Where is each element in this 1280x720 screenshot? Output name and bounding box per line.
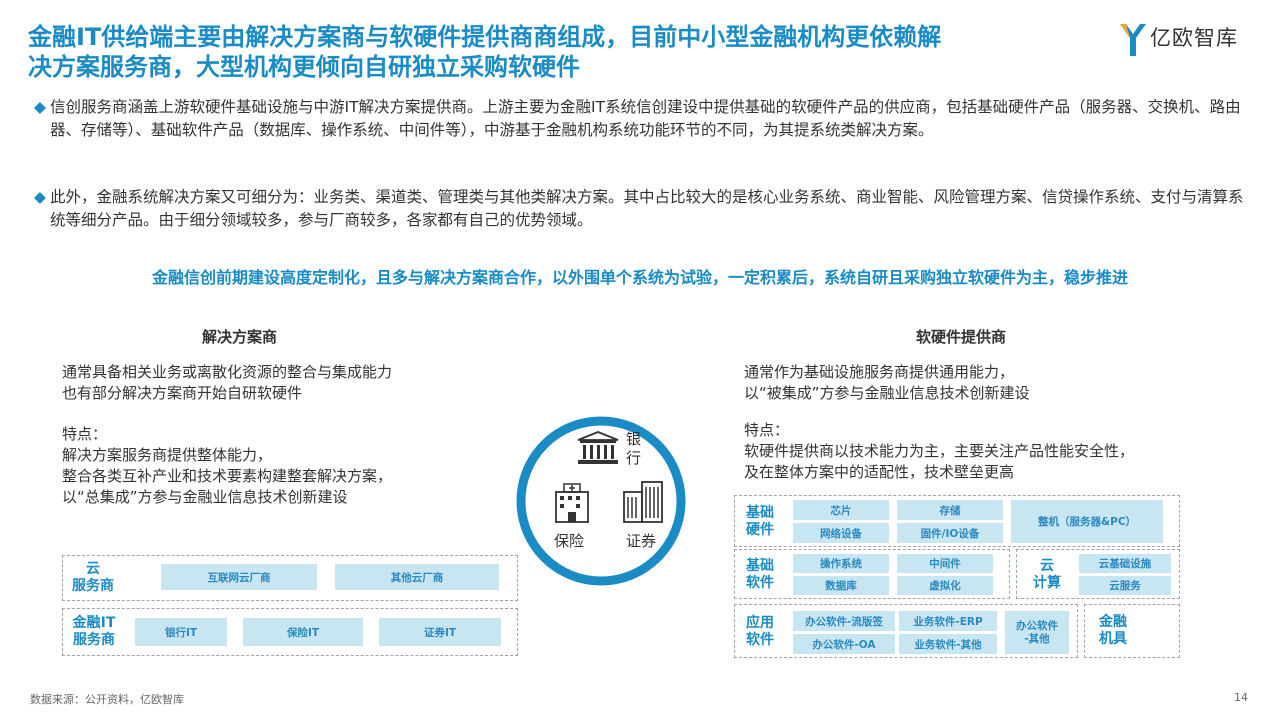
cloud-item-internet: 互联网云厂商: [161, 564, 317, 590]
cloud-provider-box: 云 服务商 互联网云厂商 其他云厂商: [62, 555, 518, 601]
finance-it-label: 金融IT 服务商: [72, 615, 116, 648]
title-line-2: 决方案服务商，大型机构更倾向自研独立采购软硬件: [28, 53, 580, 81]
sw-item-middleware: 中间件: [897, 554, 993, 573]
app-item-office-other: 办公软件 -其他: [1005, 611, 1069, 654]
paragraph-2: ◆ 此外，金融系统解决方案又可细分为：业务类、渠道类、管理类与其他类解决方案。其…: [34, 186, 1249, 232]
title-line-1: 金融IT供给端主要由解决方案商与软硬件提供商商组成，目前中小型金融机构更依赖解: [28, 23, 942, 51]
right-feature-2: 及在整体方案中的适配性，技术壁垒更高: [744, 463, 1015, 481]
cloud-provider-label: 云 服务商: [72, 561, 114, 594]
insurance-label: 保险: [554, 532, 585, 550]
right-desc-line-1: 通常作为基础设施服务商提供通用能力，: [744, 363, 1015, 381]
paragraph-1: ◆ 信创服务商涵盖上游软硬件基础设施与中游IT解决方案提供商。上游主要为金融IT…: [34, 96, 1249, 142]
app-item-business-other: 业务软件-其他: [899, 634, 997, 654]
right-desc-line-2: 以“被集成”方参与金融业信息技术创新建设: [744, 384, 1030, 402]
financial-machines-label: 金融 机具: [1099, 614, 1127, 647]
logo-text: 亿欧智库: [1150, 26, 1238, 50]
left-column-title: 解决方案商: [202, 328, 278, 346]
left-desc-line-2: 也有部分解决方案商开始自研软硬件: [62, 384, 303, 402]
securities-label: 证券: [626, 532, 657, 550]
hw-item-server-pc: 整机（服务器&PC）: [1011, 500, 1163, 543]
sw-item-virtualization: 虚拟化: [897, 576, 993, 595]
basic-hardware-box: 基础 硬件 芯片 存储 网络设备 固件/IO设备 整机（服务器&PC）: [734, 495, 1180, 547]
hw-item-firmware: 固件/IO设备: [897, 523, 1003, 543]
bank-icon: [577, 431, 619, 464]
right-feature-1: 软硬件提供商以技术能力为主，主要关注产品性能安全性，: [744, 442, 1135, 460]
diamond-bullet-icon: ◆: [34, 98, 46, 116]
application-software-label: 应用 软件: [746, 615, 774, 648]
hw-item-storage: 存储: [897, 500, 1003, 520]
diamond-bullet-icon: ◆: [34, 188, 46, 206]
basic-software-label: 基础 软件: [746, 558, 774, 591]
cloud-item-infrastructure: 云基础设施: [1079, 554, 1171, 573]
sw-item-os: 操作系统: [793, 554, 889, 573]
left-feature-3: 以“总集成”方参与金融业信息技术创新建设: [62, 488, 348, 506]
left-desc-line-1: 通常具备相关业务或离散化资源的整合与集成能力: [62, 363, 393, 381]
sw-item-database: 数据库: [793, 576, 889, 595]
logo-icon: [1120, 24, 1146, 56]
left-feature-1: 解决方案服务商提供整体能力，: [62, 446, 273, 464]
fin-item-insurance: 保险IT: [243, 618, 363, 646]
page-number: 14: [1234, 691, 1248, 704]
app-item-office-oa: 办公软件-OA: [793, 634, 895, 654]
paragraph-1-text: 信创服务商涵盖上游软硬件基础设施与中游IT解决方案提供商。上游主要为金融IT系统…: [50, 98, 1241, 139]
app-item-office-layout: 办公软件-流版签: [793, 611, 895, 631]
finance-it-box: 金融IT 服务商 银行IT 保险IT 证券IT: [62, 608, 518, 656]
office-building-icon: [623, 481, 663, 523]
right-description: 通常作为基础设施服务商提供通用能力， 以“被集成”方参与金融业信息技术创新建设: [744, 362, 1030, 404]
fin-item-bank: 银行IT: [135, 618, 227, 646]
fin-item-securities: 证券IT: [379, 618, 501, 646]
left-feature-2: 整合各类互补产业和技术要素构建整套解决方案，: [62, 467, 393, 485]
left-features: 特点： 解决方案服务商提供整体能力， 整合各类互补产业和技术要素构建整套解决方案…: [62, 424, 392, 508]
financial-machines-box: 金融 机具: [1084, 604, 1180, 658]
left-description: 通常具备相关业务或离散化资源的整合与集成能力 也有部分解决方案商开始自研软硬件: [62, 362, 392, 404]
right-column-title: 软硬件提供商: [916, 328, 1007, 346]
right-features-title: 特点：: [744, 421, 790, 439]
app-item-erp: 业务软件-ERP: [899, 611, 997, 631]
data-source: 数据来源：公开资料，亿欧智库: [30, 693, 184, 706]
hw-item-chip: 芯片: [793, 500, 889, 520]
basic-software-box: 基础 软件 操作系统 中间件 数据库 虚拟化: [734, 549, 1010, 599]
left-features-title: 特点：: [62, 425, 108, 443]
highlight-text: 金融信创前期建设高度定制化，且多与解决方案商合作，以外围单个系统为试验，一定积累…: [151, 268, 1128, 287]
page-title: 金融IT供给端主要由解决方案商与软硬件提供商商组成，目前中小型金融机构更依赖解 …: [28, 22, 1068, 82]
hw-item-network: 网络设备: [793, 523, 889, 543]
hospital-icon: [555, 483, 589, 523]
paragraph-2-text: 此外，金融系统解决方案又可细分为：业务类、渠道类、管理类与其他类解决方案。其中占…: [50, 188, 1244, 229]
cloud-item-other: 其他云厂商: [335, 564, 499, 590]
institutions-circle: 银 行 保险 证券: [514, 414, 688, 588]
bank-label: 银 行: [626, 430, 642, 467]
application-software-box: 应用 软件 办公软件-流版签 业务软件-ERP 办公软件-OA 业务软件-其他 …: [734, 604, 1078, 658]
cloud-item-service: 云服务: [1079, 576, 1171, 595]
cloud-computing-box: 云 计算 云基础设施 云服务: [1016, 549, 1180, 599]
basic-hardware-label: 基础 硬件: [746, 505, 774, 538]
right-features: 特点： 软硬件提供商以技术能力为主，主要关注产品性能安全性， 及在整体方案中的适…: [744, 420, 1134, 483]
cloud-computing-label: 云 计算: [1033, 558, 1061, 591]
